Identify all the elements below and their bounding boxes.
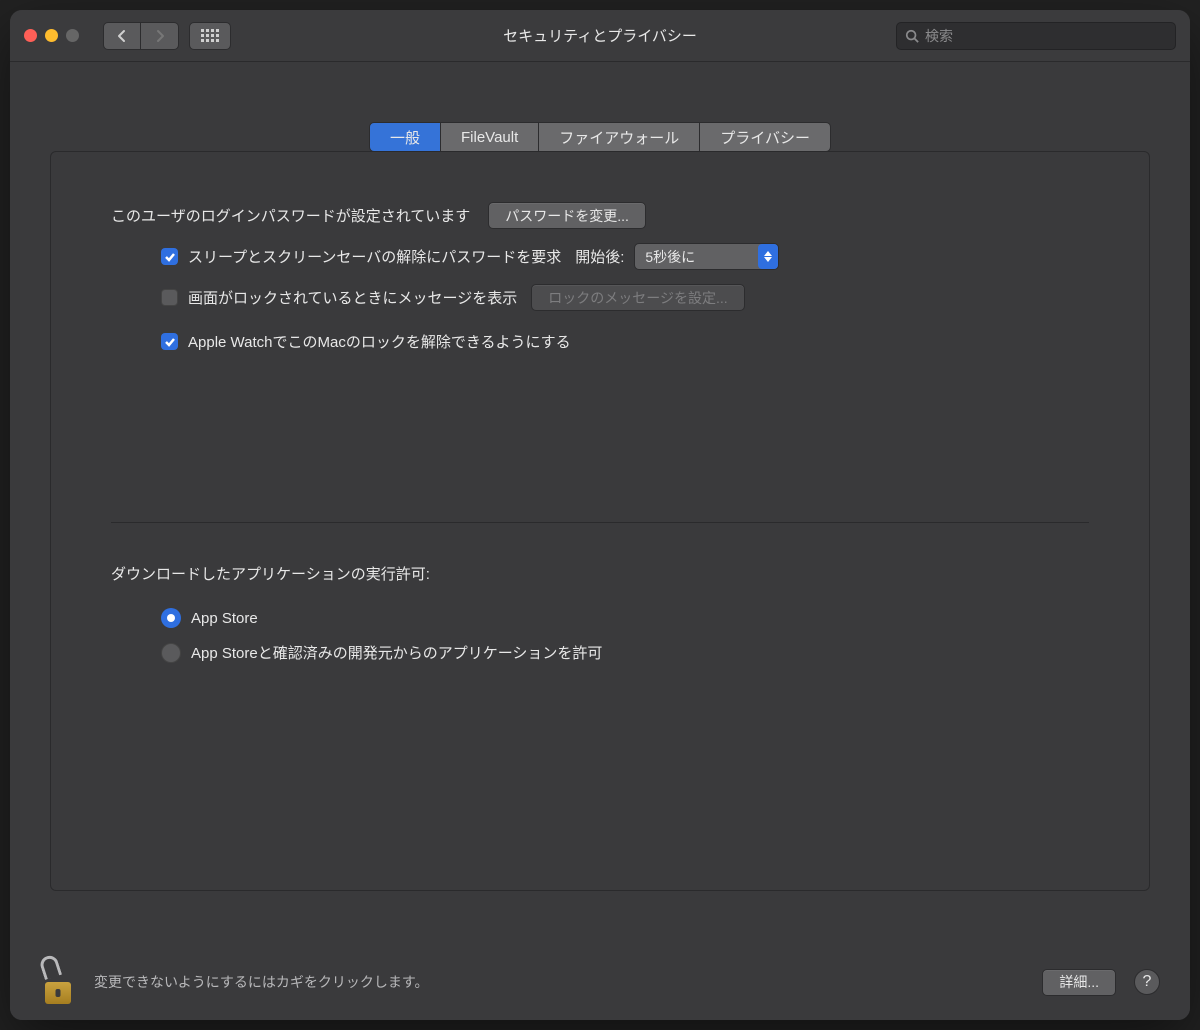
radio-row-identified: App Storeと確認済みの開発元からのアプリケーションを許可 <box>161 642 1089 663</box>
allow-apps-label: ダウンロードしたアプリケーションの実行許可: <box>111 563 1089 584</box>
footer: 変更できないようにするにはカギをクリックします。 詳細... ? <box>10 944 1190 1020</box>
radio-app-store-identified[interactable] <box>161 643 181 663</box>
radio-app-store-label: App Store <box>191 610 258 627</box>
lock-button[interactable] <box>40 960 76 1004</box>
tab-privacy[interactable]: プライバシー <box>700 122 831 152</box>
password-set-row: このユーザのログインパスワードが設定されています パスワードを変更... <box>111 202 1089 229</box>
footer-right: 詳細... ? <box>1042 969 1160 996</box>
back-button[interactable] <box>103 22 141 50</box>
stepper-icon <box>758 244 778 269</box>
minimize-button[interactable] <box>45 29 58 42</box>
radio-app-store[interactable] <box>161 608 181 628</box>
nav-buttons <box>103 22 179 50</box>
lock-shackle-icon <box>38 954 62 980</box>
search-icon <box>905 29 919 43</box>
lock-message-row: 画面がロックされているときにメッセージを表示 ロックのメッセージを設定... <box>111 284 1089 311</box>
set-lock-message-button[interactable]: ロックのメッセージを設定... <box>531 284 744 311</box>
radio-identified-label: App Storeと確認済みの開発元からのアプリケーションを許可 <box>191 642 602 663</box>
password-set-label: このユーザのログインパスワードが設定されています <box>111 205 470 226</box>
apple-watch-checkbox[interactable] <box>161 333 178 350</box>
password-delay-select[interactable]: 5秒後に <box>634 243 779 270</box>
lock-body-icon <box>45 982 71 1004</box>
advanced-button[interactable]: 詳細... <box>1042 969 1116 996</box>
change-password-button[interactable]: パスワードを変更... <box>488 202 646 229</box>
lock-message-checkbox[interactable] <box>161 289 178 306</box>
chevron-up-icon <box>764 251 772 256</box>
require-password-checkbox[interactable] <box>161 248 178 265</box>
chevron-down-icon <box>764 257 772 262</box>
help-button[interactable]: ? <box>1134 969 1160 995</box>
password-delay-value: 5秒後に <box>645 247 695 267</box>
content-area: 一般 FileVault ファイアウォール プライバシー このユーザのログインパ… <box>10 62 1190 891</box>
require-password-row: スリープとスクリーンセーバの解除にパスワードを要求 開始後: 5秒後に <box>111 243 1089 270</box>
zoom-button[interactable] <box>66 29 79 42</box>
apple-watch-row: Apple WatchでこのMacのロックを解除できるようにする <box>111 331 1089 352</box>
check-icon <box>164 336 176 348</box>
tab-filevault[interactable]: FileVault <box>441 122 539 152</box>
general-panel: このユーザのログインパスワードが設定されています パスワードを変更... スリー… <box>50 151 1150 891</box>
grid-icon <box>201 29 219 42</box>
require-password-label: スリープとスクリーンセーバの解除にパスワードを要求 <box>188 246 561 267</box>
tab-bar: 一般 FileVault ファイアウォール プライバシー <box>50 122 1150 152</box>
check-icon <box>164 251 176 263</box>
titlebar: セキュリティとプライバシー 検索 <box>10 10 1190 62</box>
section-divider <box>111 522 1089 523</box>
after-start-label: 開始後: <box>575 246 624 267</box>
lock-hint-text: 変更できないようにするにはカギをクリックします。 <box>94 972 1042 992</box>
search-placeholder: 検索 <box>925 26 953 46</box>
window-controls <box>24 29 79 42</box>
tab-general[interactable]: 一般 <box>369 122 441 152</box>
window-title: セキュリティとプライバシー <box>503 25 697 46</box>
preferences-window: セキュリティとプライバシー 検索 一般 FileVault ファイアウォール プ… <box>10 10 1190 1020</box>
show-all-button[interactable] <box>189 22 231 50</box>
lock-message-label: 画面がロックされているときにメッセージを表示 <box>188 287 517 308</box>
tab-firewall[interactable]: ファイアウォール <box>539 122 700 152</box>
allow-apps-radio-group: App Store App Storeと確認済みの開発元からのアプリケーションを… <box>111 608 1089 663</box>
search-input[interactable]: 検索 <box>896 22 1176 50</box>
chevron-left-icon <box>117 29 127 43</box>
apple-watch-label: Apple WatchでこのMacのロックを解除できるようにする <box>188 331 571 352</box>
forward-button[interactable] <box>141 22 179 50</box>
chevron-right-icon <box>155 29 165 43</box>
close-button[interactable] <box>24 29 37 42</box>
radio-row-app-store: App Store <box>161 608 1089 628</box>
